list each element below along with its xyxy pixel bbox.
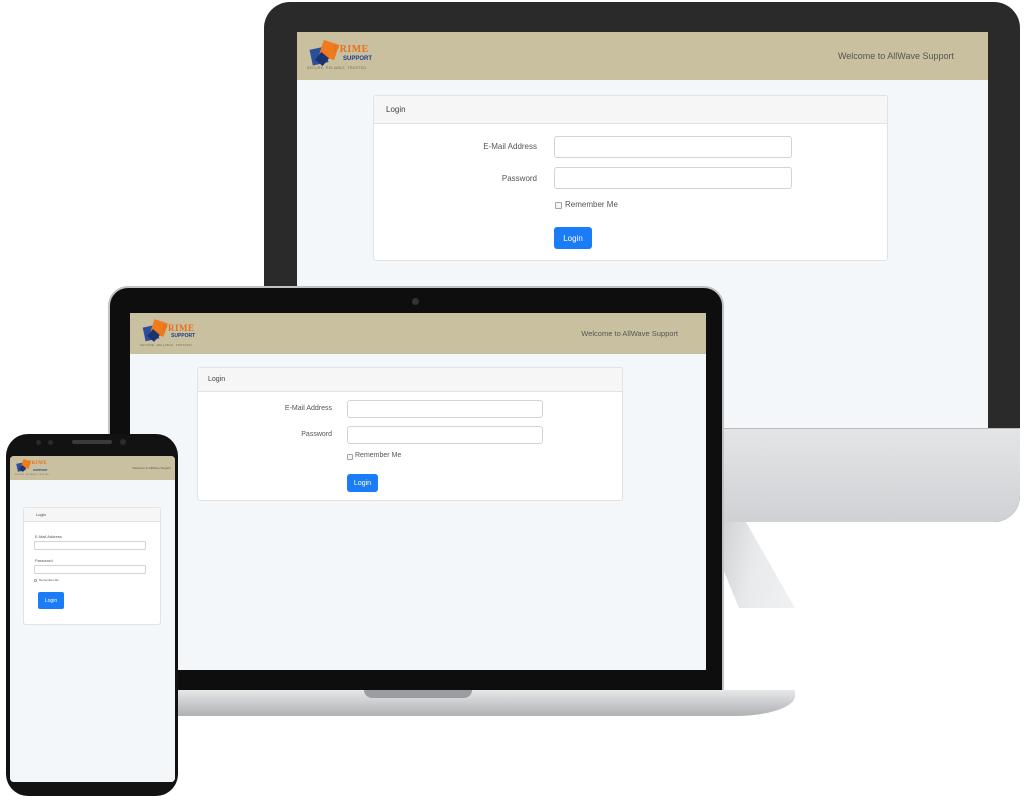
laptop-screen: PRIME SUPPORT SECURE. RELIABLE. TRUSTED.… bbox=[130, 313, 706, 670]
logo-word-prime: PRIME bbox=[28, 461, 48, 466]
login-card: Login E-Mail Address Password Remember M… bbox=[23, 507, 161, 625]
password-label: Password bbox=[501, 174, 537, 183]
remember-me-checkbox[interactable] bbox=[347, 454, 353, 460]
password-input[interactable] bbox=[34, 565, 146, 574]
logo-tagline: SECURE. RELIABLE. TRUSTED. bbox=[307, 66, 368, 70]
logo-word-support: SUPPORT bbox=[343, 56, 373, 62]
phone-screen: PRIME SUPPORT SECURE. RELIABLE. TRUSTED.… bbox=[10, 456, 175, 782]
password-label: Password bbox=[301, 431, 332, 438]
phone-sensor bbox=[36, 440, 41, 445]
prime-support-logo[interactable]: PRIME SUPPORT SECURE. RELIABLE. TRUSTED. bbox=[138, 316, 210, 352]
logo-word-support: SUPPORT bbox=[171, 332, 196, 339]
remember-me-label: Remember Me bbox=[565, 200, 618, 209]
welcome-text: Welcome to AllWave Support bbox=[581, 329, 678, 338]
remember-me-checkbox[interactable] bbox=[555, 202, 562, 209]
welcome-text: Welcome to AllWave Support bbox=[837, 51, 954, 61]
app-main: Login E-Mail Address Password Remember M… bbox=[10, 480, 175, 782]
laptop-opening-notch bbox=[364, 690, 472, 698]
phone-sensor bbox=[48, 440, 53, 445]
remember-me-label: Remember Me bbox=[355, 452, 402, 459]
email-label: E-Mail Address bbox=[35, 534, 62, 539]
app-header: PRIME SUPPORT SECURE. RELIABLE. TRUSTED.… bbox=[130, 313, 706, 354]
login-card-title: Login bbox=[374, 96, 887, 124]
login-button[interactable]: Login bbox=[38, 592, 64, 609]
prime-support-logo[interactable]: PRIME SUPPORT SECURE. RELIABLE. TRUSTED. bbox=[14, 457, 54, 479]
phone-speaker bbox=[72, 440, 112, 444]
email-input[interactable] bbox=[554, 136, 792, 158]
remember-me-checkbox[interactable] bbox=[34, 579, 37, 582]
login-card: Login E-Mail Address Password Remember M… bbox=[197, 367, 623, 501]
laptop-camera bbox=[412, 298, 419, 305]
app-main: Login E-Mail Address Password Remember M… bbox=[130, 354, 706, 670]
login-card-title: Login bbox=[198, 368, 622, 392]
phone-camera bbox=[120, 439, 126, 445]
email-label: E-Mail Address bbox=[284, 405, 332, 412]
password-input[interactable] bbox=[554, 167, 792, 189]
email-input[interactable] bbox=[34, 541, 146, 550]
logo-tagline: SECURE. RELIABLE. TRUSTED. bbox=[140, 342, 193, 347]
logo-word-prime: PRIME bbox=[162, 322, 195, 333]
login-button[interactable]: Login bbox=[554, 227, 592, 249]
logo-word-prime: PRIME bbox=[333, 44, 369, 55]
prime-support-logo[interactable]: PRIME SUPPORT SECURE. RELIABLE. TRUSTED. bbox=[305, 36, 385, 76]
login-button[interactable]: Login bbox=[347, 474, 378, 492]
email-label: E-Mail Address bbox=[483, 142, 537, 151]
login-card: Login E-Mail Address Password Remember M… bbox=[373, 95, 888, 261]
logo-word-support: SUPPORT bbox=[33, 468, 48, 472]
login-card-title: Login bbox=[24, 508, 160, 522]
email-input[interactable] bbox=[347, 400, 543, 418]
welcome-text: Welcome to AllWave Support bbox=[132, 466, 171, 470]
password-label: Password bbox=[35, 558, 53, 563]
logo-tagline: SECURE. RELIABLE. TRUSTED. bbox=[15, 474, 50, 476]
password-input[interactable] bbox=[347, 426, 543, 444]
app-header: PRIME SUPPORT SECURE. RELIABLE. TRUSTED.… bbox=[297, 32, 988, 80]
app-header: PRIME SUPPORT SECURE. RELIABLE. TRUSTED.… bbox=[10, 456, 175, 480]
remember-me-label: Remember Me bbox=[39, 578, 59, 582]
